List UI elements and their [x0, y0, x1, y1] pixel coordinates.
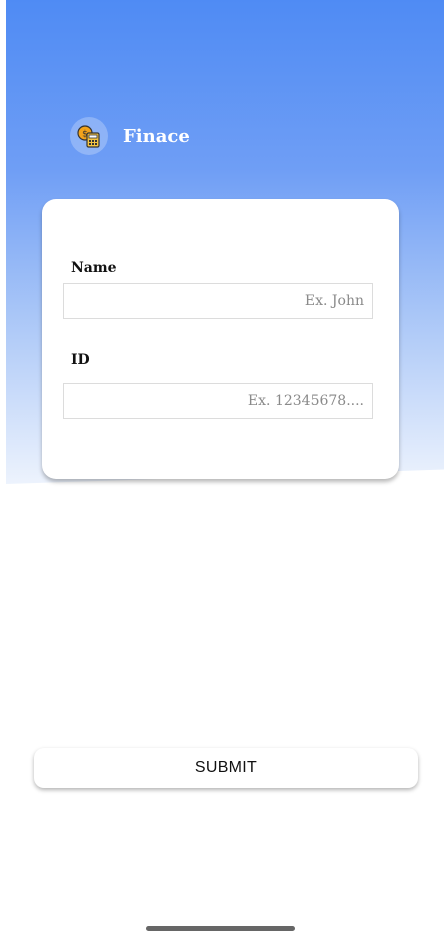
- app-title: Finace: [123, 125, 190, 147]
- id-label: ID: [71, 352, 90, 368]
- name-input[interactable]: [64, 284, 372, 318]
- id-input[interactable]: [64, 384, 372, 418]
- name-field-container: [63, 283, 373, 319]
- name-label: Name: [71, 260, 117, 276]
- finance-calculator-coin-icon: $: [70, 117, 108, 155]
- form-card: Name ID: [42, 199, 399, 479]
- app-brand: $ Finace: [70, 117, 190, 155]
- home-indicator[interactable]: [146, 926, 295, 931]
- submit-button[interactable]: SUBMIT: [34, 748, 418, 788]
- id-field-container: [63, 383, 373, 419]
